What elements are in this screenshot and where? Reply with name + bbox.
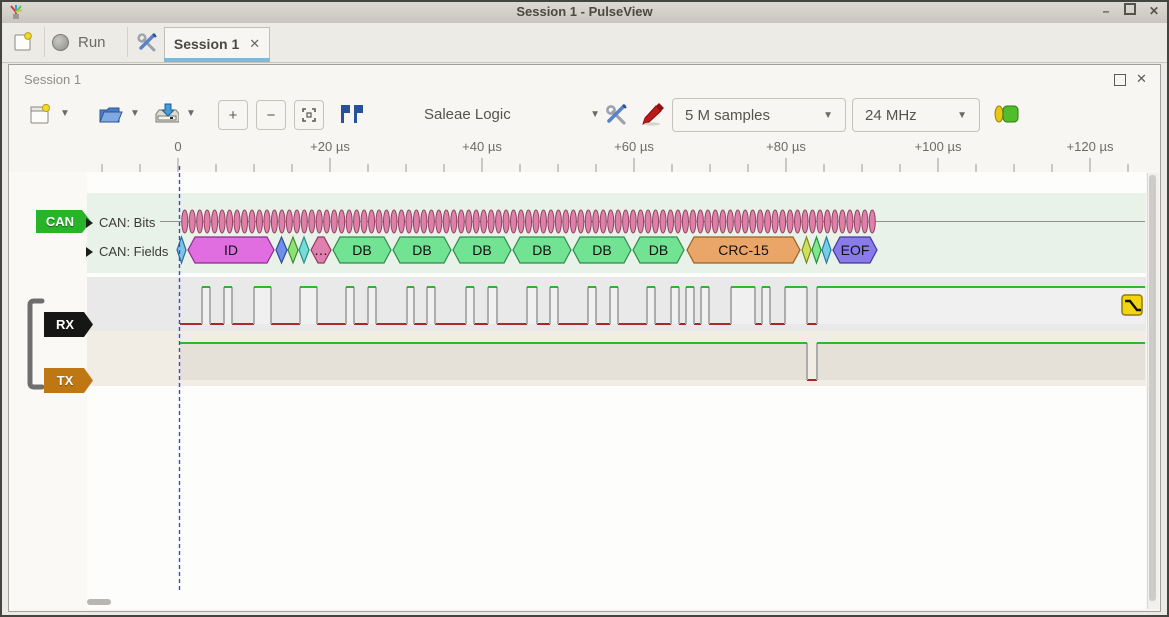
minimize-button[interactable]: – — [1096, 3, 1116, 19]
ruler-label: +20 µs — [310, 139, 350, 154]
pulseview-window: Session 1 - PulseView – ✕ Run Session 1 … — [0, 0, 1169, 617]
dock-close-icon[interactable]: ✕ — [1136, 71, 1147, 87]
close-button[interactable]: ✕ — [1144, 3, 1164, 19]
run-state-icon — [52, 34, 69, 51]
new-session-icon — [13, 32, 33, 52]
wrench-screwdriver-icon — [136, 31, 158, 53]
new-file-icon — [29, 103, 51, 125]
open-dropdown[interactable]: ▼ — [130, 108, 140, 119]
device-select[interactable]: Saleae Logic ▼ — [420, 100, 604, 128]
channels-button[interactable] — [602, 100, 630, 128]
dock-title: Session 1 — [24, 72, 81, 87]
tab-active-accent — [164, 58, 270, 62]
channel-tag-tx[interactable]: TX — [44, 368, 93, 393]
decode-row-fields-label: CAN: Fields — [99, 244, 168, 259]
ruler-label: +80 µs — [766, 139, 806, 154]
zoom-in-button[interactable]: + — [218, 100, 248, 130]
probe-icon — [640, 102, 664, 126]
sample-rate-value: 24 MHz — [865, 107, 917, 124]
decode-row-bits[interactable]: CAN: Bits — [86, 215, 155, 230]
save-button[interactable] — [152, 100, 180, 128]
chevron-down-icon: ▼ — [823, 110, 833, 121]
sample-count-select[interactable]: 5 M samples ▼ — [672, 98, 846, 132]
ruler-label: +60 µs — [614, 139, 654, 154]
tab-label: Session 1 — [174, 36, 239, 52]
settings-button[interactable] — [132, 28, 162, 56]
new-session-button[interactable] — [8, 28, 38, 56]
sample-count-value: 5 M samples — [685, 107, 770, 124]
tab-session-1[interactable]: Session 1 ✕ — [164, 27, 270, 59]
toolbar-separator — [44, 27, 45, 57]
sample-rate-select[interactable]: 24 MHz ▼ — [852, 98, 980, 132]
dock-float-icon[interactable] — [1114, 74, 1126, 86]
ruler-label: +120 µs — [1067, 139, 1114, 154]
new-file-button[interactable] — [26, 100, 54, 128]
horizontal-scrollbar-thumb[interactable] — [87, 599, 111, 605]
open-folder-icon — [97, 103, 123, 125]
zoom-fit-button[interactable] — [294, 100, 324, 130]
maximize-button[interactable] — [1120, 3, 1140, 19]
trigger-flags-icon — [339, 103, 365, 125]
decoder-tag-can[interactable]: CAN — [36, 210, 91, 233]
decode-row-fields[interactable]: CAN: Fields — [86, 244, 168, 259]
add-decoder-icon — [992, 103, 1020, 125]
chevron-down-icon: ▼ — [957, 110, 967, 121]
window-title: Session 1 - PulseView — [0, 4, 1169, 19]
expand-triangle-icon[interactable] — [86, 218, 93, 228]
decode-row-bits-label: CAN: Bits — [99, 215, 155, 230]
save-icon — [153, 102, 179, 126]
chevron-down-icon: ▼ — [590, 109, 600, 120]
vertical-scrollbar-thumb[interactable] — [1149, 175, 1156, 601]
zoom-out-button[interactable]: − — [256, 100, 286, 130]
device-name: Saleae Logic — [424, 106, 511, 123]
trigger-flags-button[interactable] — [338, 100, 366, 128]
ruler-label: +40 µs — [462, 139, 502, 154]
open-button[interactable] — [96, 100, 124, 128]
new-file-dropdown[interactable]: ▼ — [60, 108, 70, 119]
save-dropdown[interactable]: ▼ — [186, 108, 196, 119]
ruler-label: +100 µs — [915, 139, 962, 154]
run-button[interactable]: Run — [52, 28, 106, 56]
expand-triangle-icon[interactable] — [86, 247, 93, 257]
tab-close-icon[interactable]: ✕ — [249, 36, 260, 52]
trace-view[interactable] — [87, 172, 1146, 609]
ruler-label: 0 — [174, 139, 181, 154]
channels-wrench-icon — [604, 102, 628, 126]
channel-tag-rx[interactable]: RX — [44, 312, 93, 337]
add-decoder-button[interactable] — [992, 100, 1020, 128]
run-label: Run — [78, 34, 106, 51]
zoom-fit-icon — [302, 108, 316, 122]
toolbar-separator — [127, 27, 128, 57]
probe-button[interactable] — [638, 100, 666, 128]
